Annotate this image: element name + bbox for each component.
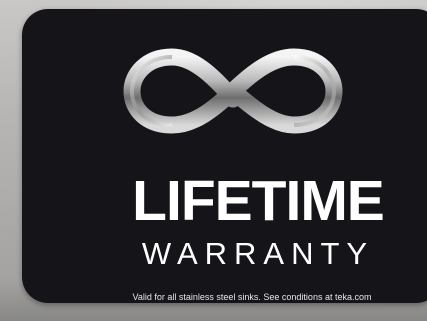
warranty-title: LIFETIME	[132, 169, 385, 233]
warranty-disclaimer: Valid for all stainless steel sinks. See…	[132, 292, 372, 302]
warranty-subtitle: WARRANTY	[141, 236, 375, 271]
warranty-badge: LIFETIME WARRANTY Valid for all stainles…	[22, 9, 427, 303]
infinity-icon	[123, 48, 343, 134]
